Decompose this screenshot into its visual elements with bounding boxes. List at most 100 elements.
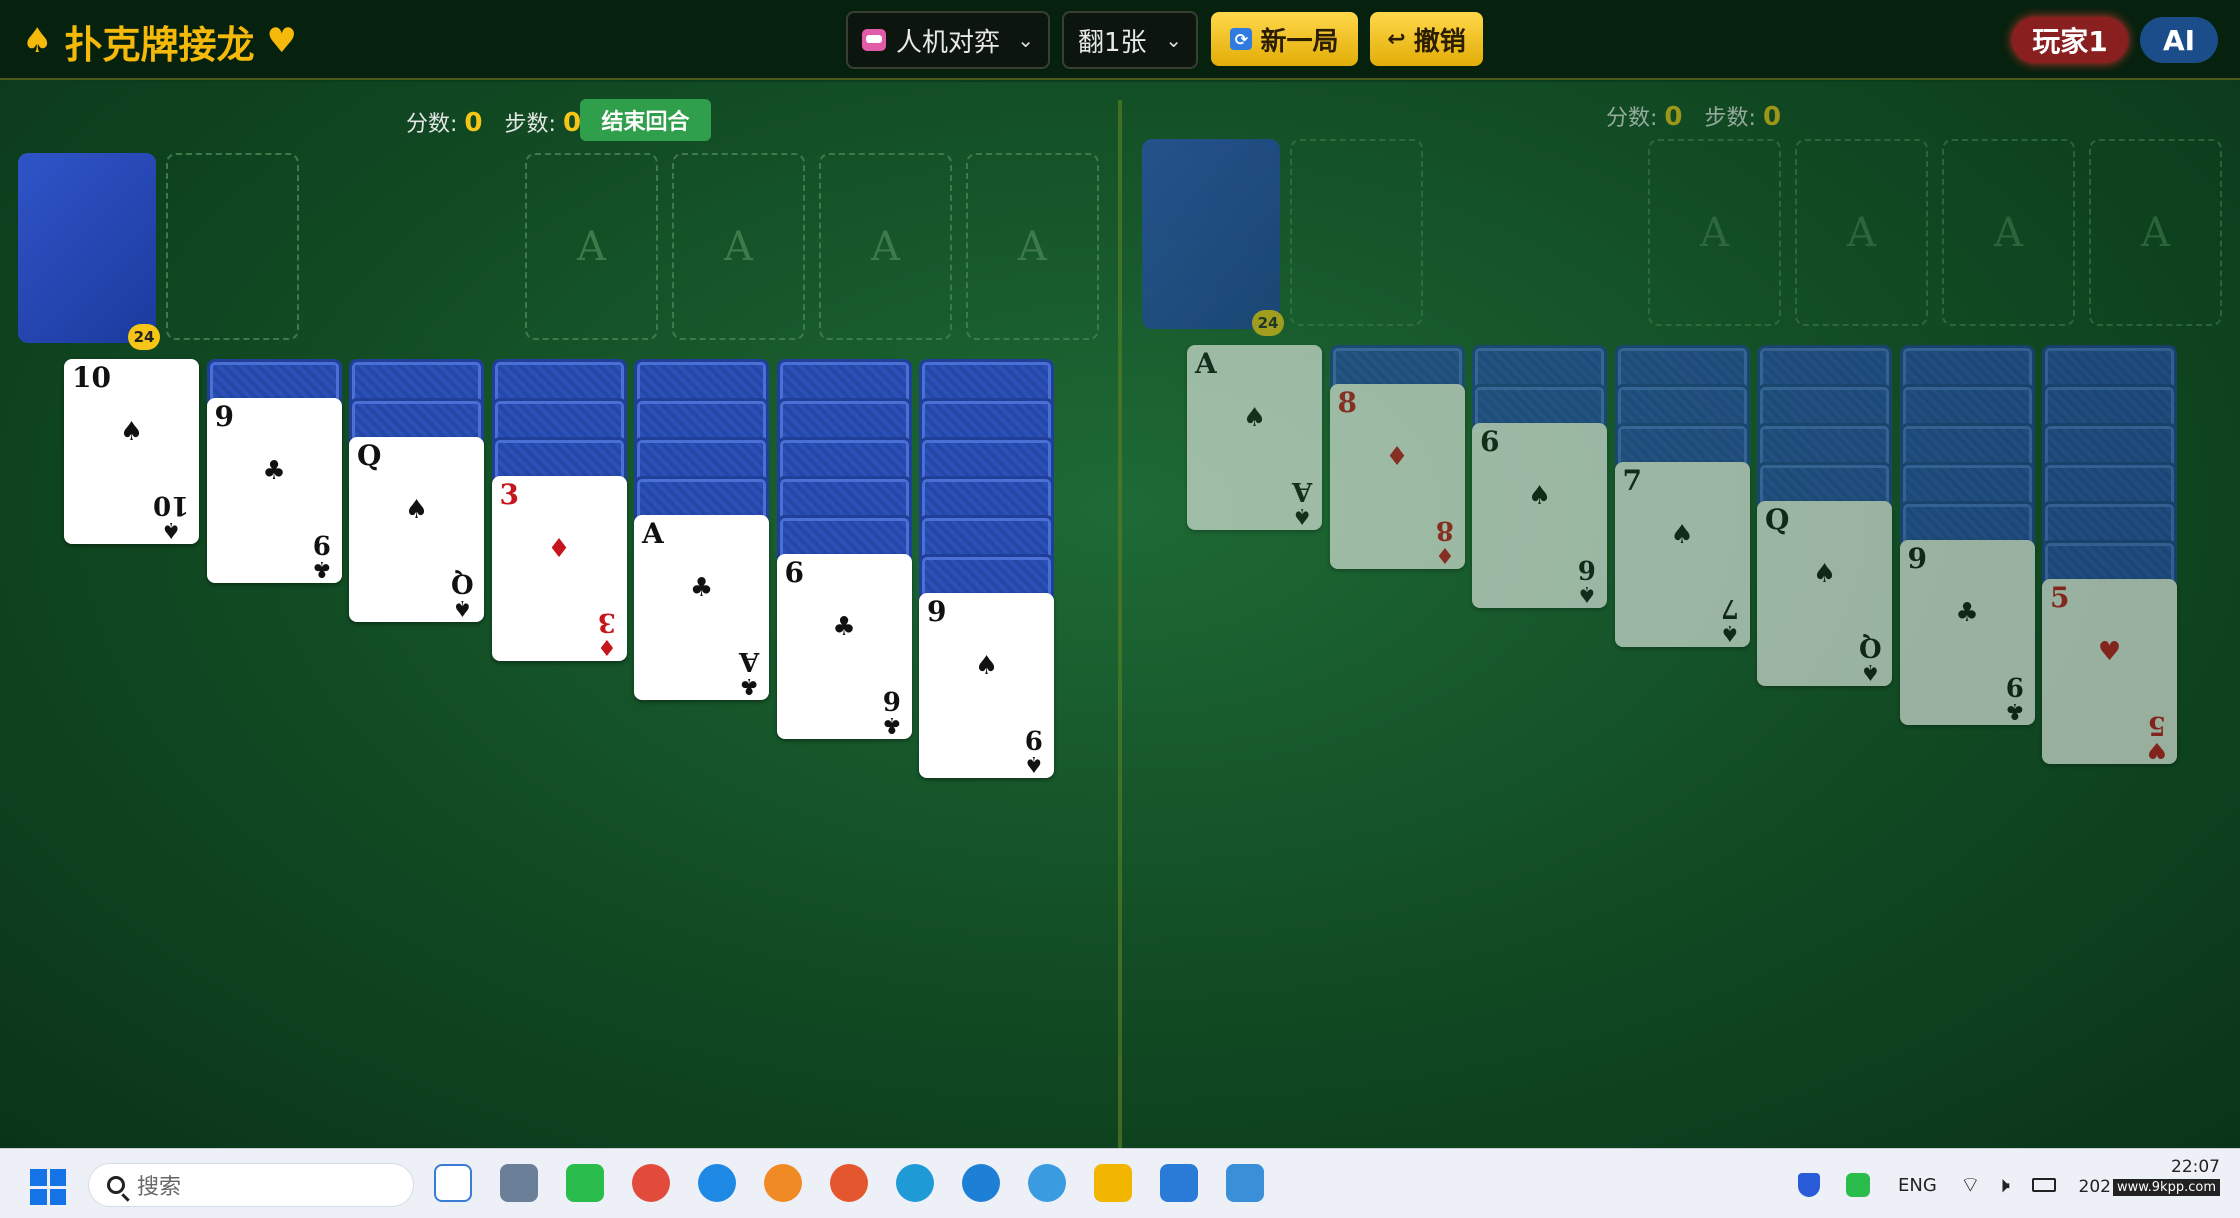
ie-icon[interactable] bbox=[962, 1164, 1000, 1202]
language-indicator[interactable]: ENG bbox=[1898, 1165, 1937, 1205]
left-waste-pile[interactable] bbox=[166, 153, 299, 340]
draw-count-value: 翻1张 bbox=[1078, 27, 1147, 58]
right-tableau-card: 5 ♥ ♥ 5 bbox=[2042, 579, 2177, 764]
left-foundation-1[interactable]: A bbox=[525, 153, 658, 340]
card-corner: ♠ 7 bbox=[1719, 593, 1740, 645]
player1-indicator: 玩家1 bbox=[2012, 17, 2128, 63]
card-suit-icon: ♠ bbox=[1242, 403, 1267, 433]
chrome-icon[interactable] bbox=[632, 1164, 670, 1202]
taskbar: 搜索 ENG ⌔ 🕨 22:07 202 www.9kpp.com bbox=[0, 1148, 2240, 1218]
security-icon[interactable] bbox=[1798, 1165, 1820, 1205]
left-score: 分数: 0 bbox=[406, 108, 483, 138]
taskbar-search[interactable]: 搜索 bbox=[88, 1163, 414, 1207]
card-corner: ♦ 8 bbox=[1434, 515, 1455, 567]
right-foundation-2: A bbox=[1795, 139, 1928, 326]
wechat-icon[interactable] bbox=[566, 1164, 604, 1202]
mode-select-value: 人机对弈 bbox=[896, 27, 1001, 58]
browser-icon[interactable] bbox=[698, 1164, 736, 1202]
card-suit-icon: ♠ bbox=[1527, 481, 1552, 511]
cloud-icon[interactable] bbox=[1028, 1164, 1066, 1202]
top-bar: ♠ 扑克牌接龙 ♥ 人机对弈 ⌄ 翻1张 ⌄ ⟳ 新一局 ↩ 撤销 玩家1 AI bbox=[0, 0, 2240, 80]
left-stock-count: 24 bbox=[128, 324, 160, 350]
left-tableau-card[interactable]: 9 ♠ ♠ 9 bbox=[919, 593, 1054, 778]
wechat-tray-icon[interactable] bbox=[1846, 1165, 1870, 1205]
right-score-panel: 分数: 0 步数: 0 bbox=[1606, 100, 1781, 132]
card-corner: ♠ A bbox=[1291, 476, 1312, 528]
right-stock-count: 24 bbox=[1252, 310, 1284, 336]
app-title-text: 扑克牌接龙 bbox=[64, 22, 255, 67]
vscode-icon[interactable] bbox=[1160, 1164, 1198, 1202]
left-tableau-card[interactable]: A ♣ ♣ A bbox=[634, 515, 769, 700]
spade-icon: ♠ bbox=[22, 21, 53, 61]
card-rank: 9 bbox=[214, 400, 234, 433]
card-corner: ♣ 6 bbox=[881, 685, 902, 737]
left-foundation-3[interactable]: A bbox=[819, 153, 952, 340]
calculator-icon[interactable] bbox=[500, 1164, 538, 1202]
firefox-icon[interactable] bbox=[830, 1164, 868, 1202]
right-tableau-card: Q ♠ ♠ Q bbox=[1757, 501, 1892, 686]
right-score: 分数: 0 bbox=[1606, 102, 1683, 132]
card-suit-icon: ♠ bbox=[119, 417, 144, 447]
draw-count-select[interactable]: 翻1张 ⌄ bbox=[1062, 11, 1198, 69]
card-rank: 6 bbox=[1480, 425, 1500, 458]
wifi-icon[interactable]: ⌔ bbox=[1960, 1165, 1981, 1205]
orange-app-icon[interactable] bbox=[764, 1164, 802, 1202]
right-foundation-4: A bbox=[2089, 139, 2222, 326]
battery-icon[interactable] bbox=[2032, 1165, 2056, 1205]
right-tableau-card: 7 ♠ ♠ 7 bbox=[1614, 462, 1750, 647]
left-steps: 步数: 0 bbox=[504, 108, 582, 138]
left-stock-pile[interactable] bbox=[18, 153, 156, 343]
right-tableau-card: 6 ♠ ♠ 6 bbox=[1472, 423, 1607, 608]
board-divider bbox=[1118, 100, 1122, 1148]
edge-icon[interactable] bbox=[896, 1164, 934, 1202]
clock-time: 22:07 bbox=[2171, 1157, 2220, 1177]
undo-button[interactable]: ↩ 撤销 bbox=[1370, 12, 1483, 66]
card-corner: ♠ 6 bbox=[1577, 554, 1597, 606]
card-suit-icon: ♠ bbox=[1670, 520, 1694, 550]
right-stock-pile bbox=[1142, 139, 1280, 329]
left-tableau-card[interactable]: 3 ♦ ♦ 3 bbox=[491, 476, 627, 661]
volume-muted-icon[interactable]: 🕨 bbox=[1996, 1165, 2010, 1205]
card-rank: A bbox=[1195, 347, 1217, 380]
snipping-tool-icon[interactable] bbox=[434, 1164, 472, 1202]
left-score-panel: 分数: 0 步数: 0 bbox=[406, 106, 581, 138]
card-rank: 3 bbox=[499, 478, 519, 511]
right-waste-pile bbox=[1290, 139, 1423, 326]
ai-indicator: AI bbox=[2140, 17, 2218, 63]
left-tableau-card[interactable]: Q ♠ ♠ Q bbox=[349, 437, 484, 622]
card-rank: 10 bbox=[72, 361, 111, 394]
card-suit-icon: ♠ bbox=[1812, 559, 1837, 589]
right-tableau-card: A ♠ ♠ A bbox=[1187, 345, 1322, 530]
card-corner: ♠ Q bbox=[1859, 632, 1882, 684]
card-corner: ♣ A bbox=[738, 646, 759, 698]
notepad-icon[interactable] bbox=[1226, 1164, 1264, 1202]
file-explorer-icon[interactable] bbox=[1094, 1164, 1132, 1202]
left-tableau-card[interactable]: 10 ♠ ♠ 10 bbox=[64, 359, 199, 544]
mode-select[interactable]: 人机对弈 ⌄ bbox=[846, 11, 1050, 69]
card-rank: A bbox=[642, 517, 664, 550]
card-corner: ♣ 9 bbox=[2004, 671, 2025, 723]
new-game-button[interactable]: ⟳ 新一局 bbox=[1211, 12, 1358, 66]
left-tableau-card[interactable]: 6 ♣ ♣ 6 bbox=[776, 554, 912, 739]
card-rank: Q bbox=[1765, 503, 1790, 536]
left-foundation-2[interactable]: A bbox=[672, 153, 805, 340]
clock[interactable]: 22:07 202 www.9kpp.com bbox=[2079, 1157, 2220, 1197]
robot-icon bbox=[862, 29, 886, 51]
windows-start-icon[interactable] bbox=[30, 1169, 66, 1205]
end-turn-button[interactable]: 结束回合 bbox=[580, 99, 711, 141]
right-steps: 步数: 0 bbox=[1704, 102, 1782, 132]
card-corner: ♠ 10 bbox=[152, 490, 189, 542]
left-tableau-card[interactable]: 9 ♣ ♣ 9 bbox=[206, 398, 342, 583]
card-suit-icon: ♦ bbox=[547, 534, 571, 564]
card-corner: ♠ 9 bbox=[1024, 724, 1044, 776]
right-tableau-card: 8 ♦ ♦ 8 bbox=[1329, 384, 1465, 569]
app-title: ♠ 扑克牌接龙 ♥ bbox=[22, 16, 297, 67]
left-foundation-4[interactable]: A bbox=[966, 153, 1099, 340]
chevron-down-icon: ⌄ bbox=[1165, 28, 1182, 52]
card-rank: 8 bbox=[1337, 386, 1357, 419]
card-rank: 5 bbox=[2050, 581, 2070, 614]
card-corner: ♣ 9 bbox=[311, 529, 332, 581]
card-suit-icon: ♣ bbox=[832, 612, 856, 642]
card-suit-icon: ♣ bbox=[689, 573, 714, 603]
clock-date: 202 bbox=[2078, 1177, 2111, 1197]
